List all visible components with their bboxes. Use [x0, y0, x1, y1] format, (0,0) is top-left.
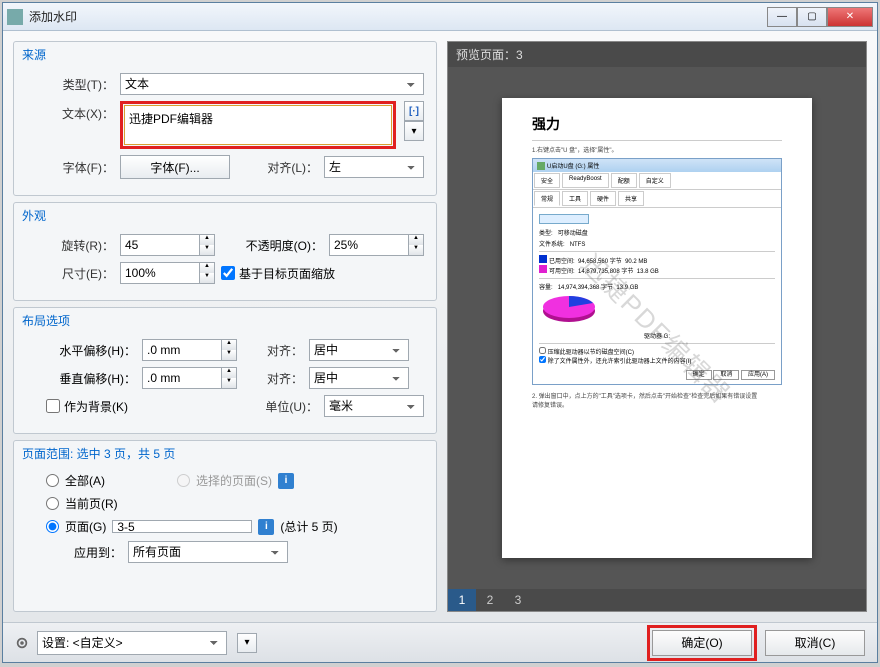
- scale-checkbox[interactable]: [221, 266, 235, 280]
- hoffset-label: 水平偏移(H)：: [26, 342, 136, 359]
- size-input[interactable]: [120, 262, 200, 284]
- background-checkbox-label: 作为背景(K): [64, 398, 128, 415]
- voff-up[interactable]: ▲: [222, 368, 236, 378]
- text-align-select[interactable]: 左: [324, 156, 424, 178]
- page-tab-3[interactable]: 3: [504, 589, 532, 611]
- voff-down[interactable]: ▼: [222, 378, 236, 388]
- settings-dropdown-button[interactable]: ▾: [237, 633, 257, 653]
- font-button[interactable]: 字体(F)...: [120, 155, 230, 179]
- background-checkbox-wrap[interactable]: 作为背景(K): [46, 398, 128, 415]
- page-tab-2[interactable]: 2: [476, 589, 504, 611]
- opacity-label: 不透明度(O)：: [246, 237, 323, 254]
- cancel-button[interactable]: 取消(C): [765, 630, 865, 656]
- radio-current[interactable]: [46, 497, 59, 510]
- rotate-down[interactable]: ▼: [200, 245, 214, 255]
- close-button[interactable]: ✕: [827, 7, 873, 27]
- text-label: 文本(X)：: [26, 101, 114, 122]
- hoffset-input[interactable]: [142, 339, 222, 361]
- font-label: 字体(F)：: [26, 159, 114, 176]
- unit-select[interactable]: 毫米: [324, 395, 424, 417]
- rotate-input[interactable]: [120, 234, 200, 256]
- page-tabs: 1 2 3: [448, 589, 866, 611]
- page-range-group: 页面范围: 选中 3 页，共 5 页 全部(A) 选择的页面(S) i 当前页(…: [13, 440, 437, 612]
- radio-pages-label: 页面(G): [65, 518, 106, 535]
- scale-checkbox-label: 基于目标页面缩放: [239, 265, 335, 282]
- page-range-title: 页面范围: 选中 3 页，共 5 页: [14, 441, 436, 466]
- preview-area: 强力 1.右键点击"U 盘"，选择"属性"。 U启动U盘 (G:) 属性 安全 …: [448, 67, 866, 589]
- macro-button[interactable]: [·]: [404, 101, 424, 121]
- rotate-up[interactable]: ▲: [200, 235, 214, 245]
- rotate-label: 旋转(R)：: [26, 237, 114, 254]
- preview-header: 预览页面：3: [448, 42, 866, 67]
- valign-label: 对齐：: [243, 370, 303, 387]
- layout-group-title: 布局选项: [14, 308, 436, 333]
- radio-selected-label: 选择的页面(S): [196, 472, 272, 489]
- text-align-label: 对齐(L)：: [258, 159, 318, 176]
- pages-info-icon[interactable]: i: [258, 519, 274, 535]
- text-input-highlight: 迅捷PDF编辑器: [120, 101, 396, 149]
- scale-checkbox-wrap[interactable]: 基于目标页面缩放: [221, 265, 335, 282]
- opacity-down[interactable]: ▼: [409, 245, 423, 255]
- ok-button-highlight: 确定(O): [647, 625, 757, 661]
- opacity-up[interactable]: ▲: [409, 235, 423, 245]
- halign-label: 对齐：: [243, 342, 303, 359]
- valign-select[interactable]: 居中: [309, 367, 409, 389]
- size-down[interactable]: ▼: [200, 273, 214, 283]
- unit-label: 单位(U)：: [258, 398, 318, 415]
- appearance-group: 外观 旋转(R)： ▲▼ 不透明度(O)： ▲▼: [13, 202, 437, 301]
- watermark-text-input[interactable]: 迅捷PDF编辑器: [124, 105, 392, 145]
- apply-label: 应用到：: [46, 544, 122, 561]
- radio-current-label: 当前页(R): [65, 495, 118, 512]
- pie-chart-icon: [539, 295, 599, 325]
- preview-panel: 预览页面：3 强力 1.右键点击"U 盘"，选择"属性"。 U启动U盘 (G:)…: [447, 41, 867, 612]
- appearance-group-title: 外观: [14, 203, 436, 228]
- apply-select[interactable]: 所有页面: [128, 541, 288, 563]
- page-tab-1[interactable]: 1: [448, 589, 476, 611]
- opacity-input[interactable]: [329, 234, 409, 256]
- info-icon[interactable]: i: [278, 473, 294, 489]
- type-label: 类型(T)：: [26, 76, 114, 93]
- ok-button[interactable]: 确定(O): [652, 630, 752, 656]
- source-group: 来源 类型(T)： 文本 文本(X)： 迅捷PDF编辑器: [13, 41, 437, 196]
- voffset-input[interactable]: [142, 367, 222, 389]
- layout-group: 布局选项 水平偏移(H)： ▲▼ 对齐： 居中 垂直偏移(H)：: [13, 307, 437, 434]
- text-dropdown-button[interactable]: ▾: [404, 121, 424, 141]
- source-group-title: 来源: [14, 42, 436, 67]
- dialog-window: 添加水印 — ▢ ✕ 来源 类型(T)： 文本 文本(X)：: [2, 2, 878, 663]
- app-icon: [7, 9, 23, 25]
- size-label: 尺寸(E)：: [26, 265, 114, 282]
- halign-select[interactable]: 居中: [309, 339, 409, 361]
- background-checkbox[interactable]: [46, 399, 60, 413]
- size-up[interactable]: ▲: [200, 263, 214, 273]
- radio-selected: [177, 474, 190, 487]
- minimize-button[interactable]: —: [767, 7, 797, 27]
- pages-total: (总计 5 页): [280, 518, 337, 535]
- doc-title: 强力: [532, 114, 782, 134]
- pages-input[interactable]: [112, 520, 252, 533]
- gear-icon: [15, 636, 29, 650]
- radio-all[interactable]: [46, 474, 59, 487]
- page-thumbnail: 强力 1.右键点击"U 盘"，选择"属性"。 U启动U盘 (G:) 属性 安全 …: [502, 98, 812, 558]
- titlebar: 添加水印 — ▢ ✕: [3, 3, 877, 31]
- voffset-label: 垂直偏移(H)：: [26, 370, 136, 387]
- dialog-footer: 设置: <自定义> ▾ 确定(O) 取消(C): [3, 622, 877, 662]
- settings-preset-select[interactable]: 设置: <自定义>: [37, 631, 227, 655]
- maximize-button[interactable]: ▢: [797, 7, 827, 27]
- radio-pages[interactable]: [46, 520, 59, 533]
- radio-all-label: 全部(A): [65, 472, 105, 489]
- type-select[interactable]: 文本: [120, 73, 424, 95]
- window-title: 添加水印: [29, 8, 767, 25]
- hoff-down[interactable]: ▼: [222, 350, 236, 360]
- hoff-up[interactable]: ▲: [222, 340, 236, 350]
